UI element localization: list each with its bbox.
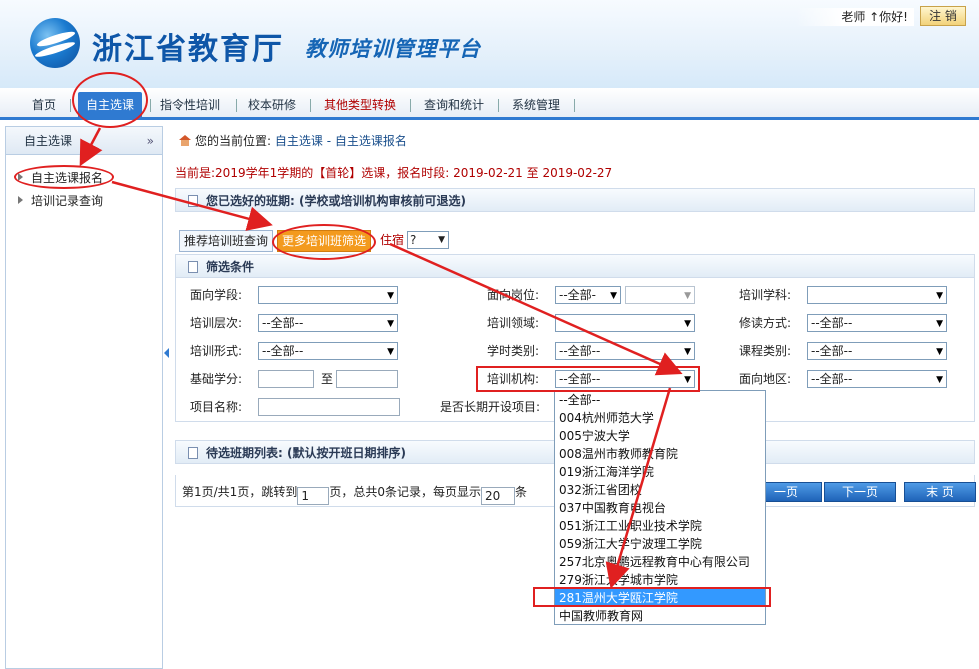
arrow-sidebar-to-tab (111, 180, 273, 231)
arrow-tab-to-org (389, 242, 683, 376)
arrow-nav-to-sidebar (79, 127, 103, 167)
arrow-org-to-option (605, 387, 672, 589)
annotation-arrows (79, 127, 683, 589)
